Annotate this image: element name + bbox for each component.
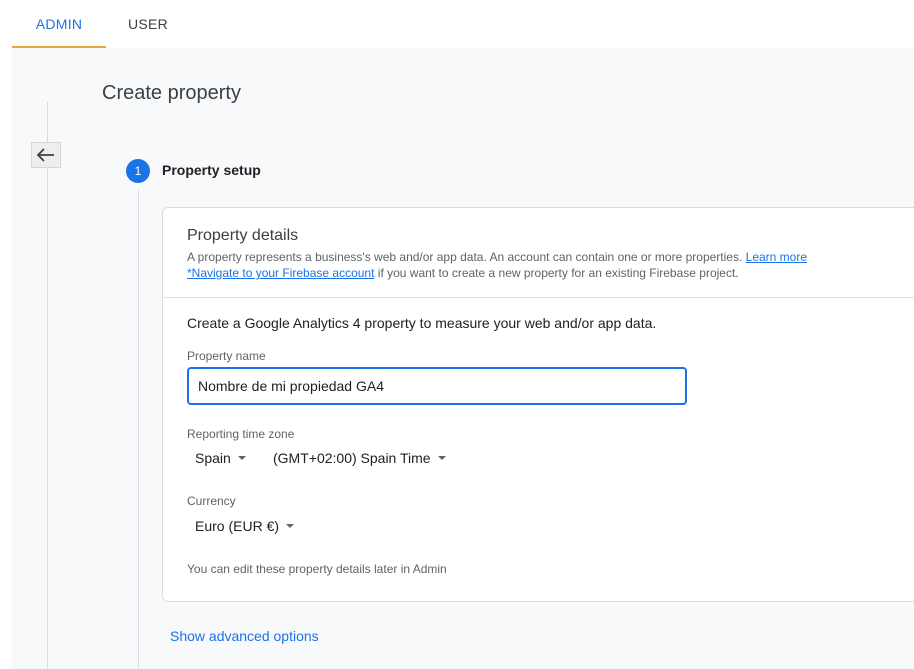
tab-user[interactable]: USER [106,0,190,48]
intro-text: Create a Google Analytics 4 property to … [187,315,657,331]
timezone-label: Reporting time zone [187,427,295,441]
card-description: A property represents a business's web a… [187,249,807,281]
caret-down-icon [437,456,446,460]
step-label: Property setup [162,162,261,178]
show-advanced-options-link[interactable]: Show advanced options [170,628,319,644]
page-title: Create property [102,82,241,104]
firebase-link[interactable]: *Navigate to your Firebase account [187,266,374,280]
country-dropdown[interactable]: Spain [195,450,246,466]
currency-value: Euro (EUR €) [195,518,280,534]
left-divider [47,102,48,669]
currency-dropdown[interactable]: Euro (EUR €) [195,518,295,534]
card-title: Property details [187,227,299,244]
property-name-input[interactable] [187,367,687,405]
timezone-value: (GMT+02:00) Spain Time [273,450,431,466]
back-button[interactable] [31,142,61,168]
caret-down-icon [286,524,295,528]
edit-note: You can edit these property details late… [187,562,447,576]
property-details-card: Property details A property represents a… [162,207,914,602]
property-name-label: Property name [187,349,266,363]
step-connector [138,190,139,669]
country-value: Spain [195,450,231,466]
arrow-left-icon [37,148,54,162]
caret-down-icon [237,456,246,460]
card-header: Property details A property represents a… [163,208,914,298]
top-tab-bar: ADMIN USER [0,0,914,48]
tab-admin[interactable]: ADMIN [12,0,106,48]
timezone-dropdown[interactable]: (GMT+02:00) Spain Time [273,450,446,466]
description-text: A property represents a business's web a… [187,250,743,264]
firebase-text: if you want to create a new property for… [377,266,739,280]
step-number: 1 [126,159,150,183]
learn-more-link[interactable]: Learn more [746,250,807,264]
currency-label: Currency [187,494,236,508]
